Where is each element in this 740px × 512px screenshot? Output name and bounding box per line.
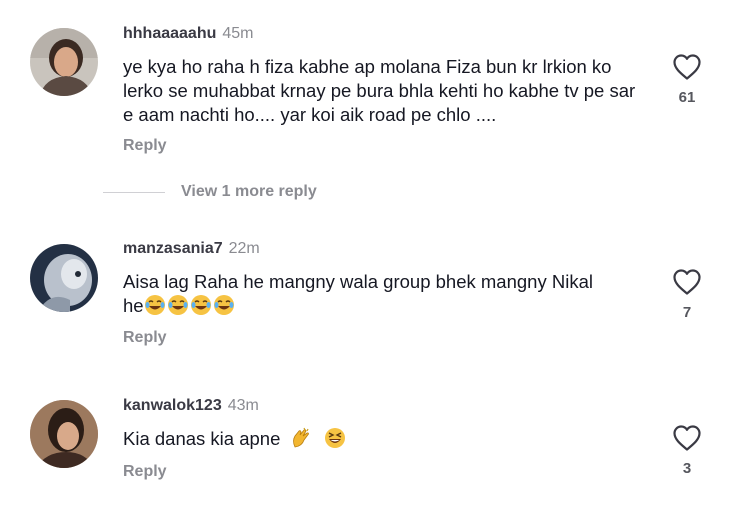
avatar[interactable] [30,244,98,312]
timestamp: 43m [227,397,259,414]
laughing-emoji-icon [167,294,189,322]
username[interactable]: hhhaaaaahu [123,25,216,42]
comment-text-line: he [123,294,643,322]
clapping-hands-emoji-icon [290,427,312,455]
laughing-emoji-icon [144,294,166,322]
comment-text-line: Aisa lag Raha he mangny wala group bhek … [123,271,593,292]
like-count: 61 [678,89,696,106]
grinning-squinting-emoji-icon [324,427,346,455]
heart-outline-icon[interactable] [672,53,702,81]
username[interactable]: kanwalok123 [123,397,222,414]
reply-button[interactable]: Reply [123,329,167,347]
heart-outline-icon[interactable] [672,424,702,452]
like-button[interactable]: 3 [660,424,714,477]
comment-meta: kanwalok123 43m [123,394,259,418]
timestamp: 45m [222,25,254,42]
avatar-image [30,244,98,312]
view-more-replies[interactable]: View 1 more reply [103,180,317,204]
view-more-replies-label[interactable]: View 1 more reply [181,183,317,201]
reply-button[interactable]: Reply [123,137,167,155]
comment-text: Kia danas kia apne [123,427,643,455]
laughing-emoji-icon [190,294,212,322]
avatar[interactable] [30,28,98,96]
avatar[interactable] [30,400,98,468]
comment-text: ye kya ho raha h fiza kabhe ap molana Fi… [123,56,636,125]
like-count: 3 [682,460,692,477]
divider-line [103,191,165,193]
reply-button[interactable]: Reply [123,463,167,481]
comment-text-prefix: he [123,295,144,316]
like-button[interactable]: 61 [660,53,714,106]
comment-text-body: Kia danas kia apne [123,428,281,449]
comment-meta: hhhaaaaahu 45m [123,22,253,46]
like-count: 7 [682,304,692,321]
avatar-image [30,400,98,468]
username[interactable]: manzasania7 [123,240,223,257]
laughing-emoji-icon [213,294,235,322]
avatar-image [30,28,98,96]
timestamp: 22m [228,240,260,257]
comment-meta: manzasania7 22m [123,237,260,261]
like-button[interactable]: 7 [660,268,714,321]
comment-text: Aisa lag Raha he mangny wala group bhek … [123,270,643,322]
heart-outline-icon[interactable] [672,268,702,296]
